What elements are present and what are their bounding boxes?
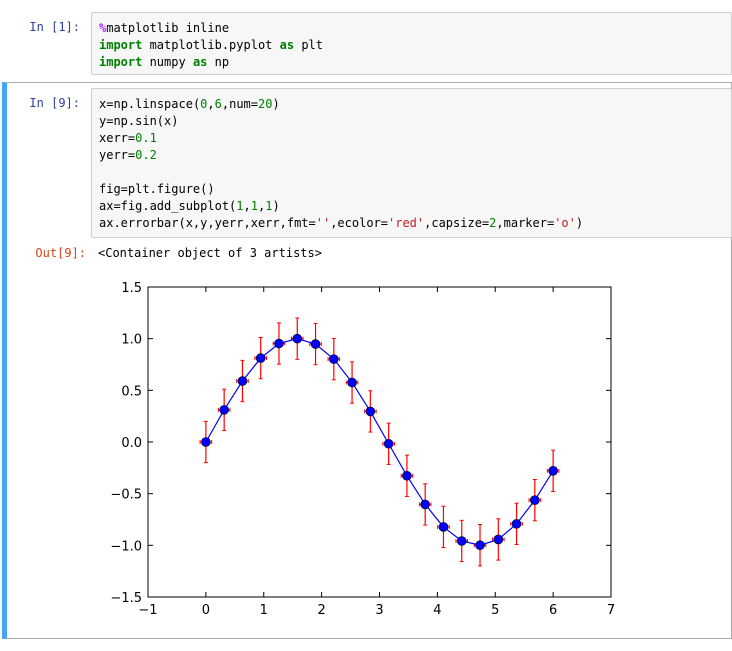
code-token: 'o'	[554, 216, 576, 230]
code-token: )	[575, 216, 584, 230]
code-token: ,num=	[221, 97, 258, 111]
code-token: ,marker=	[496, 216, 555, 230]
code-token: ,ecolor=	[330, 216, 388, 230]
code-token: ,capsize=	[424, 216, 490, 230]
code-token: ax.errorbar(x,y,yerr,xerr,fmt=	[99, 216, 316, 230]
code-token: numpy	[142, 55, 193, 69]
code-token: fig=plt.figure()	[99, 182, 215, 196]
code-line: y=np.sin(x)	[99, 113, 178, 130]
code-token: import	[99, 38, 143, 52]
code-token: ,	[207, 97, 215, 111]
code-editor[interactable]: x=np.linspace(0,6,num=20) y=np.sin(x) xerr…	[91, 88, 732, 238]
code-token: 0.1	[135, 131, 157, 145]
output-prompt: Out[9]:	[35, 246, 86, 260]
code-line: xerr=0.1	[99, 130, 157, 147]
code-token: as	[192, 55, 208, 69]
code-token: yerr=	[99, 148, 136, 162]
code-token: 0.2	[135, 148, 157, 162]
code-line: fig=plt.figure()	[99, 181, 215, 198]
code-token: 1	[236, 199, 244, 213]
code-token: ''	[315, 216, 331, 230]
code-token: ax=fig.add_subplot(	[99, 199, 237, 213]
code-token: import	[99, 55, 143, 69]
code-token: 'red'	[388, 216, 425, 230]
output-text: <Container object of 3 artists>	[98, 246, 322, 260]
code-token: plt	[294, 38, 323, 52]
code-token: )	[272, 97, 280, 111]
code-line: x=np.linspace(0,6,num=20)	[99, 96, 280, 113]
code-line: import matplotlib.pyplot as plt	[99, 37, 323, 54]
code-line: %matplotlib inline	[99, 20, 229, 37]
code-token: as	[279, 38, 295, 52]
code-line: ax.errorbar(x,y,yerr,xerr,fmt='',ecolor=…	[99, 215, 583, 232]
code-token: matplotlib inline	[106, 21, 230, 35]
code-token: 1	[250, 199, 258, 213]
code-token: y=np.sin(x)	[99, 114, 179, 128]
code-token: xerr=	[99, 131, 136, 145]
code-token: 20	[258, 97, 273, 111]
code-token: np.linspace(	[113, 97, 201, 111]
code-line: yerr=0.2	[99, 147, 157, 164]
code-token: np	[207, 55, 230, 69]
code-line: import numpy as np	[99, 54, 229, 71]
code-cell-1[interactable]: In [1]: %matplotlib inline import matplot…	[0, 0, 732, 80]
code-line: ax=fig.add_subplot(1,1,1)	[99, 198, 280, 215]
code-token: 6	[214, 97, 222, 111]
input-prompt: In [9]:	[29, 96, 80, 110]
code-token: )	[272, 199, 280, 213]
code-editor[interactable]: %matplotlib inline import matplotlib.pypl…	[91, 12, 732, 75]
input-prompt: In [1]:	[29, 20, 80, 34]
code-token: matplotlib.pyplot	[142, 38, 280, 52]
code-token: ,	[243, 199, 251, 213]
